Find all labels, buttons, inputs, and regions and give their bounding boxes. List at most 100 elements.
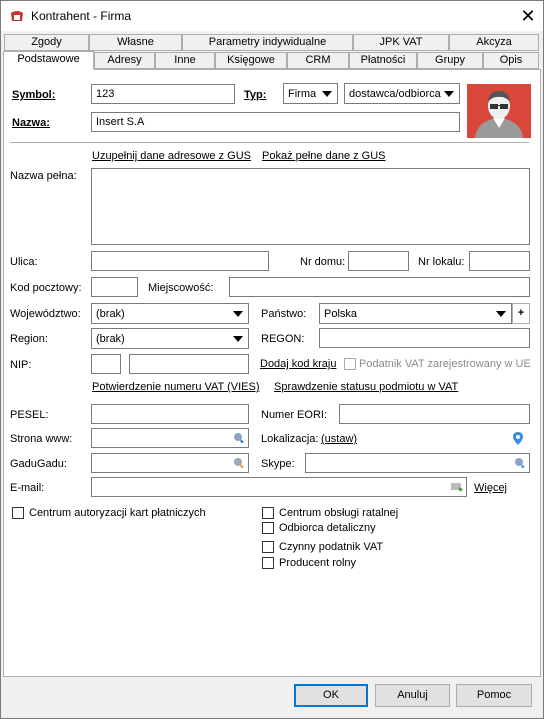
panstwo-label: Państwo: bbox=[261, 308, 307, 320]
tab-podstawowe[interactable]: Podstawowe bbox=[3, 51, 94, 70]
tab-opis[interactable]: Opis bbox=[483, 52, 539, 69]
tab-wlasne[interactable]: Własne bbox=[89, 34, 182, 51]
ok-button[interactable]: OK bbox=[294, 684, 368, 707]
close-icon[interactable]: ✕ bbox=[513, 4, 543, 28]
pesel-input[interactable] bbox=[91, 404, 249, 424]
nazwa-pelna-textarea[interactable] bbox=[91, 168, 530, 245]
pesel-label: PESEL: bbox=[10, 409, 49, 421]
kod-pocztowy-label: Kod pocztowy: bbox=[10, 282, 82, 294]
retail-checkbox[interactable] bbox=[262, 522, 274, 534]
tab-inne[interactable]: Inne bbox=[155, 52, 215, 69]
nazwa-pelna-label: Nazwa pełna: bbox=[10, 170, 77, 182]
avatar-graphic bbox=[475, 91, 523, 138]
email-label: E-mail: bbox=[10, 482, 45, 494]
vat-ue-checkbox[interactable] bbox=[344, 358, 356, 370]
www-label: Strona www: bbox=[10, 433, 73, 445]
ulica-input[interactable] bbox=[91, 251, 269, 271]
email-input[interactable] bbox=[91, 477, 467, 497]
dropdown-arrow-icon bbox=[233, 311, 243, 317]
kod-pocztowy-input[interactable] bbox=[91, 277, 138, 297]
region-value: (brak) bbox=[96, 333, 125, 345]
add-country-button[interactable]: + bbox=[512, 303, 530, 324]
regon-label: REGON: bbox=[261, 333, 305, 345]
nazwa-input[interactable]: Insert S.A bbox=[91, 112, 460, 132]
regon-input[interactable] bbox=[319, 328, 530, 348]
title-bar: Kontrahent - Firma ✕ bbox=[1, 1, 543, 31]
nr-lokalu-input[interactable] bbox=[469, 251, 530, 271]
typ-select[interactable]: Firma bbox=[283, 83, 338, 104]
nr-domu-input[interactable] bbox=[348, 251, 409, 271]
person-avatar-icon[interactable] bbox=[467, 84, 531, 138]
tab-zgody[interactable]: Zgody bbox=[4, 34, 89, 51]
vat-ue-label: Podatnik VAT zarejestrowany w UE bbox=[359, 358, 531, 370]
skype-icon[interactable] bbox=[514, 457, 526, 469]
gadugadu-icon[interactable] bbox=[233, 457, 245, 469]
wojewodztwo-label: Województwo: bbox=[10, 308, 81, 320]
app-icon bbox=[11, 11, 23, 21]
map-pin-icon[interactable] bbox=[513, 432, 523, 445]
active-vat-checkbox[interactable] bbox=[262, 541, 274, 553]
skype-input[interactable] bbox=[305, 453, 530, 473]
dialog-window: Kontrahent - Firma ✕ Zgody Własne Parame… bbox=[0, 0, 544, 719]
nazwa-label: Nazwa: bbox=[12, 117, 50, 129]
separator bbox=[10, 142, 529, 143]
gadugadu-label: GaduGadu: bbox=[10, 458, 67, 470]
wojewodztwo-select[interactable]: (brak) bbox=[91, 303, 249, 324]
nip-input[interactable] bbox=[129, 354, 249, 374]
add-country-code-link[interactable]: Dodaj kod kraju bbox=[260, 358, 336, 370]
farmer-checkbox[interactable] bbox=[262, 557, 274, 569]
wojewodztwo-value: (brak) bbox=[96, 308, 125, 320]
region-label: Region: bbox=[10, 333, 48, 345]
eori-input[interactable] bbox=[339, 404, 530, 424]
typ-value: Firma bbox=[288, 88, 317, 100]
tab-crm[interactable]: CRM bbox=[287, 52, 349, 69]
miejscowosc-label: Miejscowość: bbox=[148, 282, 214, 294]
symbol-input[interactable]: 123 bbox=[91, 84, 235, 104]
nr-lokalu-label: Nr lokalu: bbox=[418, 256, 465, 268]
installment-center-label: Centrum obsługi ratalnej bbox=[279, 507, 399, 519]
tab-ksiegowe[interactable]: Księgowe bbox=[215, 52, 287, 69]
www-input[interactable] bbox=[91, 428, 249, 448]
dropdown-arrow-icon bbox=[444, 91, 454, 97]
gus-fill-link[interactable]: Uzupełnij dane adresowe z GUS bbox=[92, 150, 251, 162]
window-title: Kontrahent - Firma bbox=[31, 9, 132, 23]
ustaw-link[interactable]: (ustaw) bbox=[321, 433, 357, 445]
card-center-checkbox[interactable] bbox=[12, 507, 24, 519]
installment-center-checkbox[interactable] bbox=[262, 507, 274, 519]
dropdown-arrow-icon bbox=[233, 336, 243, 342]
vies-link[interactable]: Potwierdzenie numeru VAT (VIES) bbox=[92, 381, 260, 393]
skype-label: Skype: bbox=[261, 458, 295, 470]
tab-parametry[interactable]: Parametry indywidualne bbox=[182, 34, 353, 51]
role-value: dostawca/odbiorca bbox=[349, 88, 441, 100]
active-vat-label: Czynny podatnik VAT bbox=[279, 541, 384, 553]
nip-label: NIP: bbox=[10, 359, 32, 371]
ulica-label: Ulica: bbox=[10, 256, 38, 268]
miejscowosc-input[interactable] bbox=[229, 277, 530, 297]
typ-label: Typ: bbox=[244, 89, 267, 101]
email-icon[interactable] bbox=[451, 481, 463, 493]
help-button[interactable]: Pomoc bbox=[456, 684, 532, 707]
role-select[interactable]: dostawca/odbiorca bbox=[344, 83, 460, 104]
tab-jpk-vat[interactable]: JPK VAT bbox=[353, 34, 449, 51]
retail-label: Odbiorca detaliczny bbox=[279, 522, 376, 534]
panstwo-select[interactable]: Polska bbox=[319, 303, 512, 324]
region-select[interactable]: (brak) bbox=[91, 328, 249, 349]
tab-akcyza[interactable]: Akcyza bbox=[449, 34, 539, 51]
tab-grupy[interactable]: Grupy bbox=[417, 52, 483, 69]
panstwo-value: Polska bbox=[324, 308, 358, 320]
vat-status-link[interactable]: Sprawdzenie statusu podmiotu w VAT bbox=[274, 381, 458, 393]
gus-show-link[interactable]: Pokaż pełne dane z GUS bbox=[262, 150, 386, 162]
eori-label: Numer EORI: bbox=[261, 409, 328, 421]
nip-prefix-input[interactable] bbox=[91, 354, 121, 374]
cancel-button[interactable]: Anuluj bbox=[375, 684, 450, 707]
tab-adresy[interactable]: Adresy bbox=[94, 52, 155, 69]
nr-domu-label: Nr domu: bbox=[300, 256, 346, 268]
wiecej-link[interactable]: Więcej bbox=[474, 482, 507, 494]
card-center-label: Centrum autoryzacji kart płatniczych bbox=[29, 507, 206, 519]
tab-platnosci[interactable]: Płatności bbox=[349, 52, 417, 69]
lokalizacja-label: Lokalizacja: bbox=[261, 433, 319, 445]
dropdown-arrow-icon bbox=[496, 311, 506, 317]
symbol-label: Symbol: bbox=[12, 89, 56, 101]
globe-icon[interactable] bbox=[233, 432, 245, 444]
gadugadu-input[interactable] bbox=[91, 453, 249, 473]
